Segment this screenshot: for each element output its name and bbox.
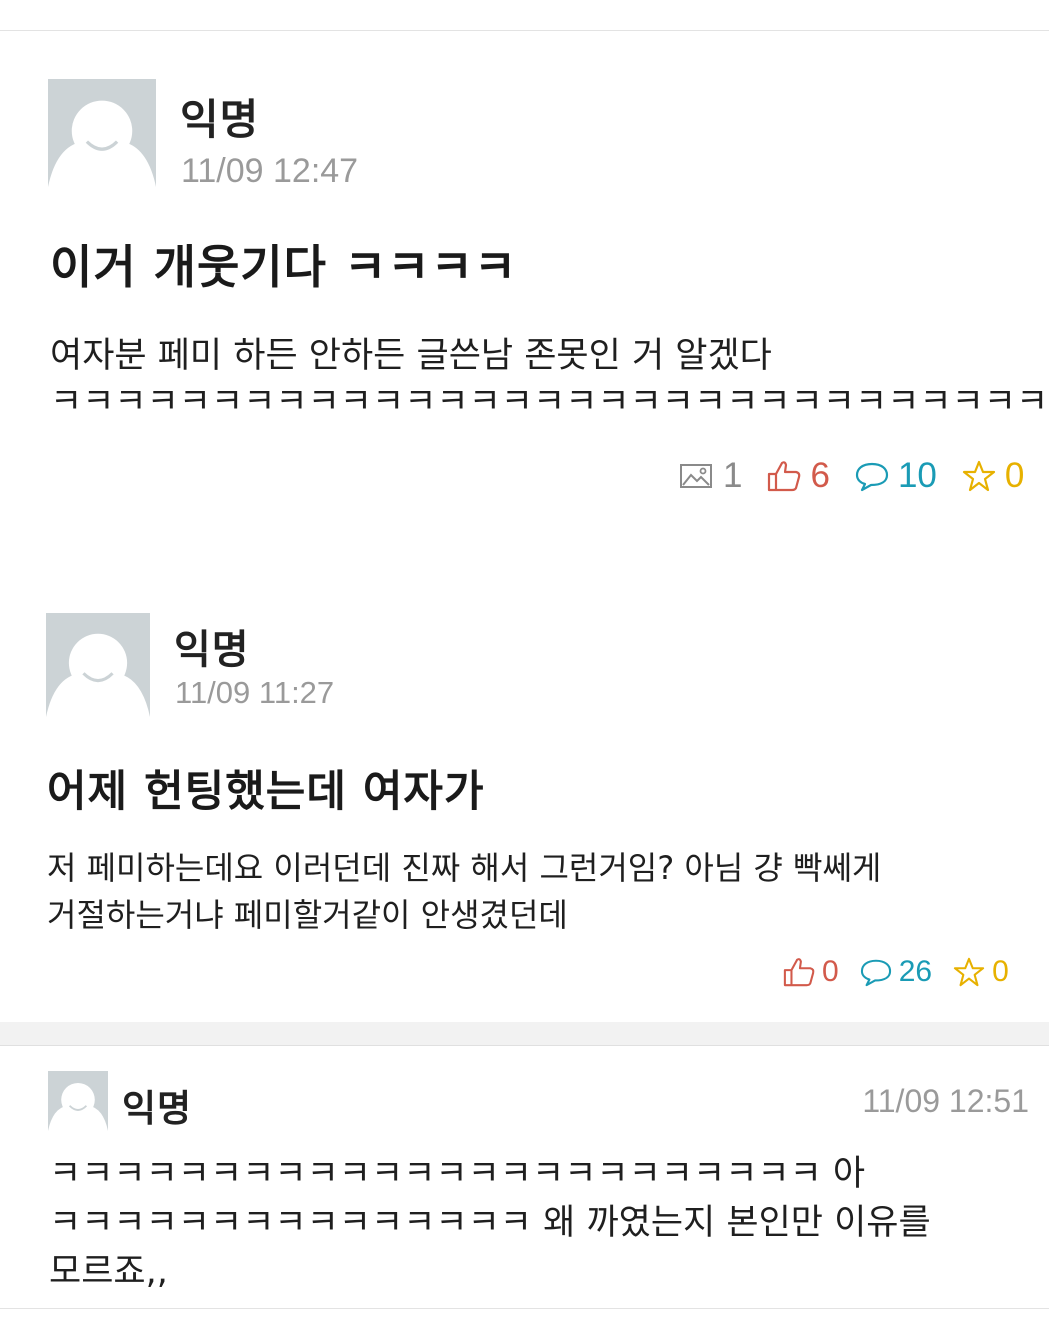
star-icon xyxy=(952,956,986,988)
post-body-line: 저 페미하는데요 이러던데 진짜 해서 그런거임? 아님 걍 빡쎄게 xyxy=(47,849,882,887)
thumbs-up-icon xyxy=(782,956,816,988)
post-time: 11/09 11:27 xyxy=(175,675,335,710)
section-separator xyxy=(0,1022,1049,1046)
post-title: 이거 개웃기다 ㅋㅋㅋㅋ xyxy=(50,240,518,294)
comment-count[interactable]: 10 xyxy=(854,456,937,496)
comment-body-line: ㅋㅋㅋㅋㅋㅋㅋㅋㅋㅋㅋㅋㅋㅋㅋ 왜 까였는지 본인만 이유를 xyxy=(49,1203,931,1243)
author-name: 익명 xyxy=(174,627,250,673)
post-time: 11/09 12:47 xyxy=(181,152,359,190)
default-avatar-icon xyxy=(48,79,156,187)
thumbs-up-icon xyxy=(766,459,802,493)
comment-time: 11/09 12:51 xyxy=(862,1083,1029,1119)
star-icon xyxy=(961,459,997,493)
post-stats: 1 6 10 0 xyxy=(679,456,1024,496)
comment-count[interactable]: 26 xyxy=(859,955,932,989)
post-body-line: 거절하는거냐 페미할거같이 안생겼던데 xyxy=(47,896,568,934)
comment-author: 익명 xyxy=(122,1087,193,1130)
default-avatar-icon xyxy=(48,1071,108,1131)
comment-body-line: ㅋㅋㅋㅋㅋㅋㅋㅋㅋㅋㅋㅋㅋㅋㅋㅋㅋㅋㅋㅋㅋㅋㅋㅋ 아 xyxy=(49,1154,866,1194)
post-stats: 0 26 0 xyxy=(782,955,1009,989)
comment-bubble-icon xyxy=(859,957,893,987)
top-divider xyxy=(0,30,1049,31)
image-icon xyxy=(679,461,713,491)
comment-bubble-icon xyxy=(854,460,890,492)
scrap-count[interactable]: 0 xyxy=(952,955,1009,989)
default-avatar-icon xyxy=(46,613,150,717)
like-count[interactable]: 0 xyxy=(782,955,839,989)
author-name: 익명 xyxy=(180,95,260,144)
bottom-divider xyxy=(0,1308,1049,1309)
post-body-line: 여자분 페미 하든 안하든 글쓴남 존못인 거 알겠다 xyxy=(50,336,772,376)
image-count: 1 xyxy=(679,456,742,496)
comment-body-line: 모르죠,, xyxy=(49,1252,168,1292)
post-title: 어제 헌팅했는데 여자가 xyxy=(47,767,485,817)
like-count[interactable]: 6 xyxy=(766,456,830,496)
post-body-line: ㅋㅋㅋㅋㅋㅋㅋㅋㅋㅋㅋㅋㅋㅋㅋㅋㅋㅋㅋㅋㅋㅋㅋㅋㅋㅋㅋㅋㅋㅋㅋㅋ xyxy=(50,382,1049,422)
scrap-count[interactable]: 0 xyxy=(961,456,1024,496)
